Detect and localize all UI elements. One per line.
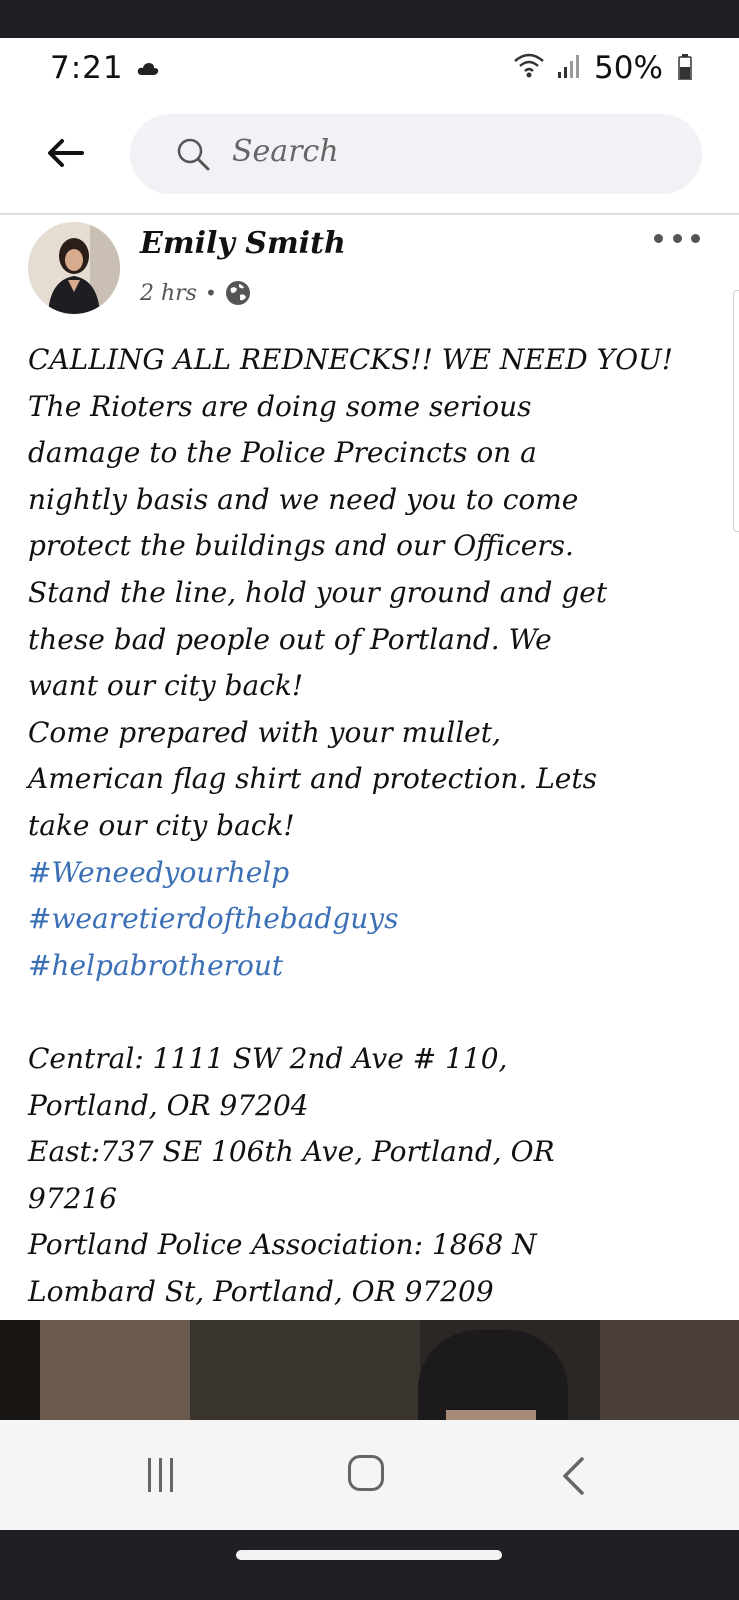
- address-line: Portland, OR 97204: [28, 1088, 309, 1122]
- post-image-preview[interactable]: [0, 1320, 739, 1420]
- arrow-left-icon: [48, 139, 84, 167]
- post-line: Come prepared with your mullet,: [28, 715, 501, 749]
- post-line: The Rioters are doing some serious: [28, 389, 532, 423]
- top-system-bar: [0, 0, 739, 38]
- search-row: Search: [0, 100, 739, 212]
- hashtag-link[interactable]: #helpabrotherout: [28, 943, 728, 990]
- search-placeholder: Search: [232, 134, 339, 169]
- back-button[interactable]: [42, 130, 88, 176]
- wifi-icon: [514, 53, 544, 78]
- post-line: CALLING ALL REDNECKS!! WE NEED YOU!: [28, 343, 673, 376]
- back-chevron-icon[interactable]: [560, 1456, 586, 1496]
- hashtag-link[interactable]: #Weneedyourhelp: [28, 850, 728, 897]
- post-line: nightly basis and we need you to come: [28, 482, 579, 516]
- recents-icon[interactable]: [146, 1456, 176, 1494]
- address-line: Central: 1111 SW 2nd Ave # 110,: [28, 1041, 508, 1075]
- post-line: take our city back!: [28, 808, 295, 842]
- bottom-system-bar: [0, 1530, 739, 1600]
- divider: [0, 213, 739, 215]
- author-name[interactable]: Emily Smith: [140, 226, 346, 261]
- scroll-indicator: [733, 290, 739, 532]
- profile-photo: [28, 222, 120, 314]
- hashtag-link[interactable]: #wearetierdofthebadguys: [28, 896, 728, 943]
- ellipsis-icon: [654, 233, 663, 243]
- post-line: Stand the line, hold your ground and get: [28, 575, 608, 609]
- signal-icon: [558, 55, 579, 78]
- globe-icon: [225, 281, 250, 305]
- magnifier-icon: [177, 138, 210, 171]
- status-time: 7:21: [50, 50, 124, 86]
- search-input[interactable]: Search: [130, 114, 702, 194]
- post-time[interactable]: 2 hrs: [140, 281, 197, 306]
- post-line: these bad people out of Portland. We: [28, 622, 552, 656]
- home-icon[interactable]: [348, 1455, 384, 1491]
- address-line: Lombard St, Portland, OR 97209: [28, 1274, 494, 1308]
- battery-percent: 50%: [594, 50, 663, 86]
- post-line: want our city back!: [28, 669, 304, 703]
- address-line: Portland Police Association: 1868 N: [28, 1228, 537, 1262]
- meta-separator: •: [204, 281, 217, 305]
- post-meta: 2 hrs •: [140, 280, 251, 306]
- post-line: damage to the Police Precincts on a: [28, 436, 537, 470]
- post-line: protect the buildings and our Officers.: [28, 529, 574, 563]
- post-line: American flag shirt and protection. Lets: [28, 762, 597, 796]
- post-body: CALLING ALL REDNECKS!! WE NEED YOU! The …: [28, 337, 728, 1315]
- address-line: 97216: [28, 1181, 118, 1215]
- cloud-icon: [137, 63, 159, 75]
- status-bar: 7:21 50%: [0, 38, 739, 100]
- battery-icon: [678, 54, 692, 80]
- avatar[interactable]: [28, 222, 120, 314]
- address-line: East:737 SE 106th Ave, Portland, OR: [28, 1135, 555, 1169]
- more-options-button[interactable]: [654, 226, 700, 250]
- gesture-home-pill[interactable]: [236, 1550, 502, 1560]
- android-nav-bar: [0, 1420, 739, 1530]
